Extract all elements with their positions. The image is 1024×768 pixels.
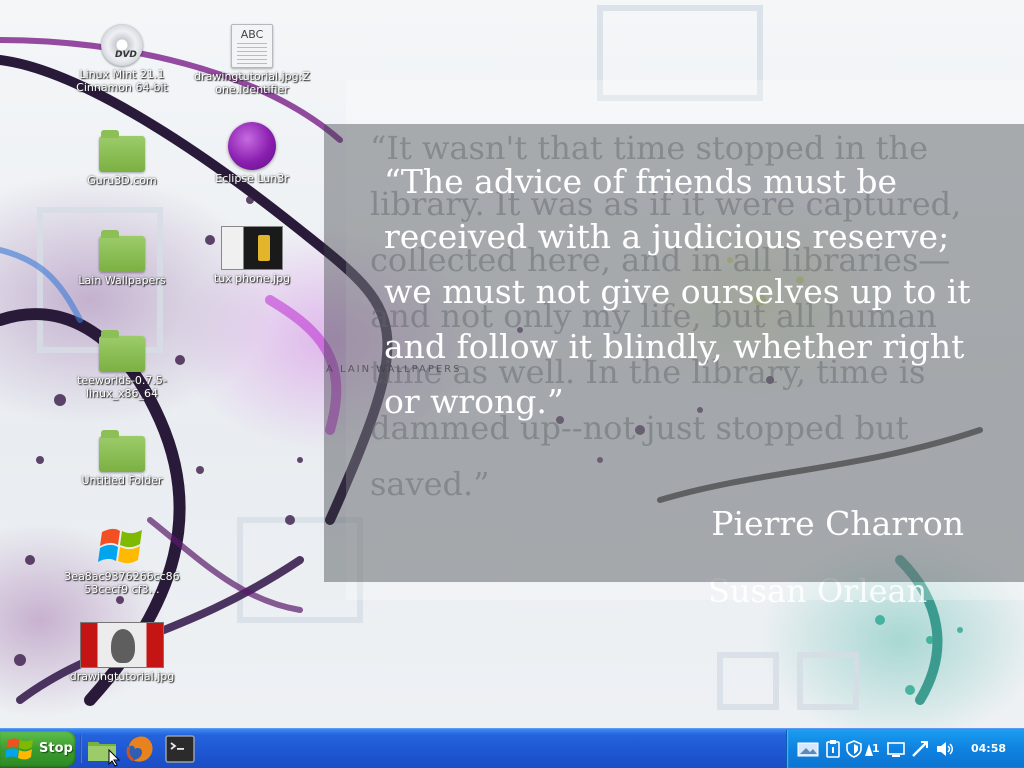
firefox-launcher[interactable] [124, 733, 156, 765]
notification-count: 1 [872, 742, 880, 755]
mouse-cursor-icon [108, 749, 120, 767]
text-file-thumb-label: ABC [240, 28, 264, 41]
terminal-icon [165, 735, 195, 763]
firefox-icon [126, 736, 153, 762]
desktop-icon-label: drawingtutorial.jpg [69, 670, 175, 683]
folder-icon [99, 330, 145, 372]
desktop-icon-eclipse[interactable]: Eclipse Lun3r [194, 122, 310, 185]
desktop-icon-label: Lain Wallpapers [78, 274, 166, 287]
desktop-icon-label: Untitled Folder [81, 474, 163, 487]
desktop-icon-teeworlds[interactable]: teeworlds-0.7.5-linux_x86_64 [64, 330, 180, 400]
clock[interactable]: 04:58 [971, 742, 1006, 755]
desktop-icon-linux-mint-dvd[interactable]: DVD Linux Mint 21.1 Cinnamon 64-bit [64, 24, 180, 94]
desktop-icon-label: Linux Mint 21.1 Cinnamon 64-bit [76, 68, 168, 94]
network-icon[interactable] [911, 740, 929, 758]
terminal-launcher[interactable] [164, 733, 196, 765]
desktop-icon-drawingtutorial[interactable]: drawingtutorial.jpg [64, 622, 180, 683]
start-button[interactable]: Stop [0, 731, 76, 767]
desktop-icon-label: drawingtutorial.jpg:Zone.Identifier [194, 70, 310, 96]
desktop-icon-label: 3ea8ac9376266cc8653cecf9 cf3… [64, 570, 180, 596]
taskbar-separator [80, 735, 82, 763]
volume-icon[interactable] [935, 740, 955, 758]
desktop-icon-windows-installer[interactable]: 3ea8ac9376266cc8653cecf9 cf3… [64, 524, 180, 596]
desktop-icon-label: teeworlds-0.7.5-linux_x86_64 [77, 374, 167, 400]
clipboard-icon[interactable] [825, 740, 841, 758]
foreground-quote-author: Pierre Charron [711, 504, 964, 543]
image-icon [221, 226, 283, 270]
folder-icon [99, 430, 145, 472]
desktop-icon-lain-wallpapers[interactable]: Lain Wallpapers [64, 230, 180, 287]
desktop-icon-label: tux phone.jpg [213, 272, 291, 285]
shield-icon[interactable] [845, 740, 863, 758]
desktop-icon-label: Guru3D.com [87, 174, 157, 187]
windows-installer-icon [98, 524, 146, 568]
folder-icon [99, 230, 145, 272]
taskbar: Stop 1 04:58 [0, 728, 1024, 768]
desktop-icon-guru3d[interactable]: Guru3D.com [64, 130, 180, 187]
show-desktop-icon[interactable] [797, 740, 819, 758]
dvd-icon: DVD [101, 24, 143, 66]
foreground-quote-text: “The advice of friends must be received … [384, 162, 971, 421]
desktop-icon-untitled-folder[interactable]: Untitled Folder [64, 430, 180, 487]
text-file-icon: ABC [231, 24, 273, 68]
windows-flag-icon [5, 738, 33, 760]
image-icon [80, 622, 164, 668]
start-label: Stop [39, 741, 73, 756]
display-icon[interactable] [887, 740, 905, 758]
folder-icon [99, 130, 145, 172]
foreground-quote-panel: “The advice of friends must be received … [324, 124, 1024, 582]
system-tray: 1 04:58 [786, 730, 1024, 768]
desktop-icon-zone-identifier[interactable]: ABC drawingtutorial.jpg:Zone.Identifier [194, 24, 310, 96]
desktop-icon-label: Eclipse Lun3r [215, 172, 289, 185]
dvd-label: DVD [115, 50, 137, 60]
wallpaper-watermark: A LAIN WALLPAPERS [326, 364, 462, 375]
desktop-icon-tux-phone[interactable]: tux phone.jpg [194, 226, 310, 285]
eclipse-icon [228, 122, 276, 170]
